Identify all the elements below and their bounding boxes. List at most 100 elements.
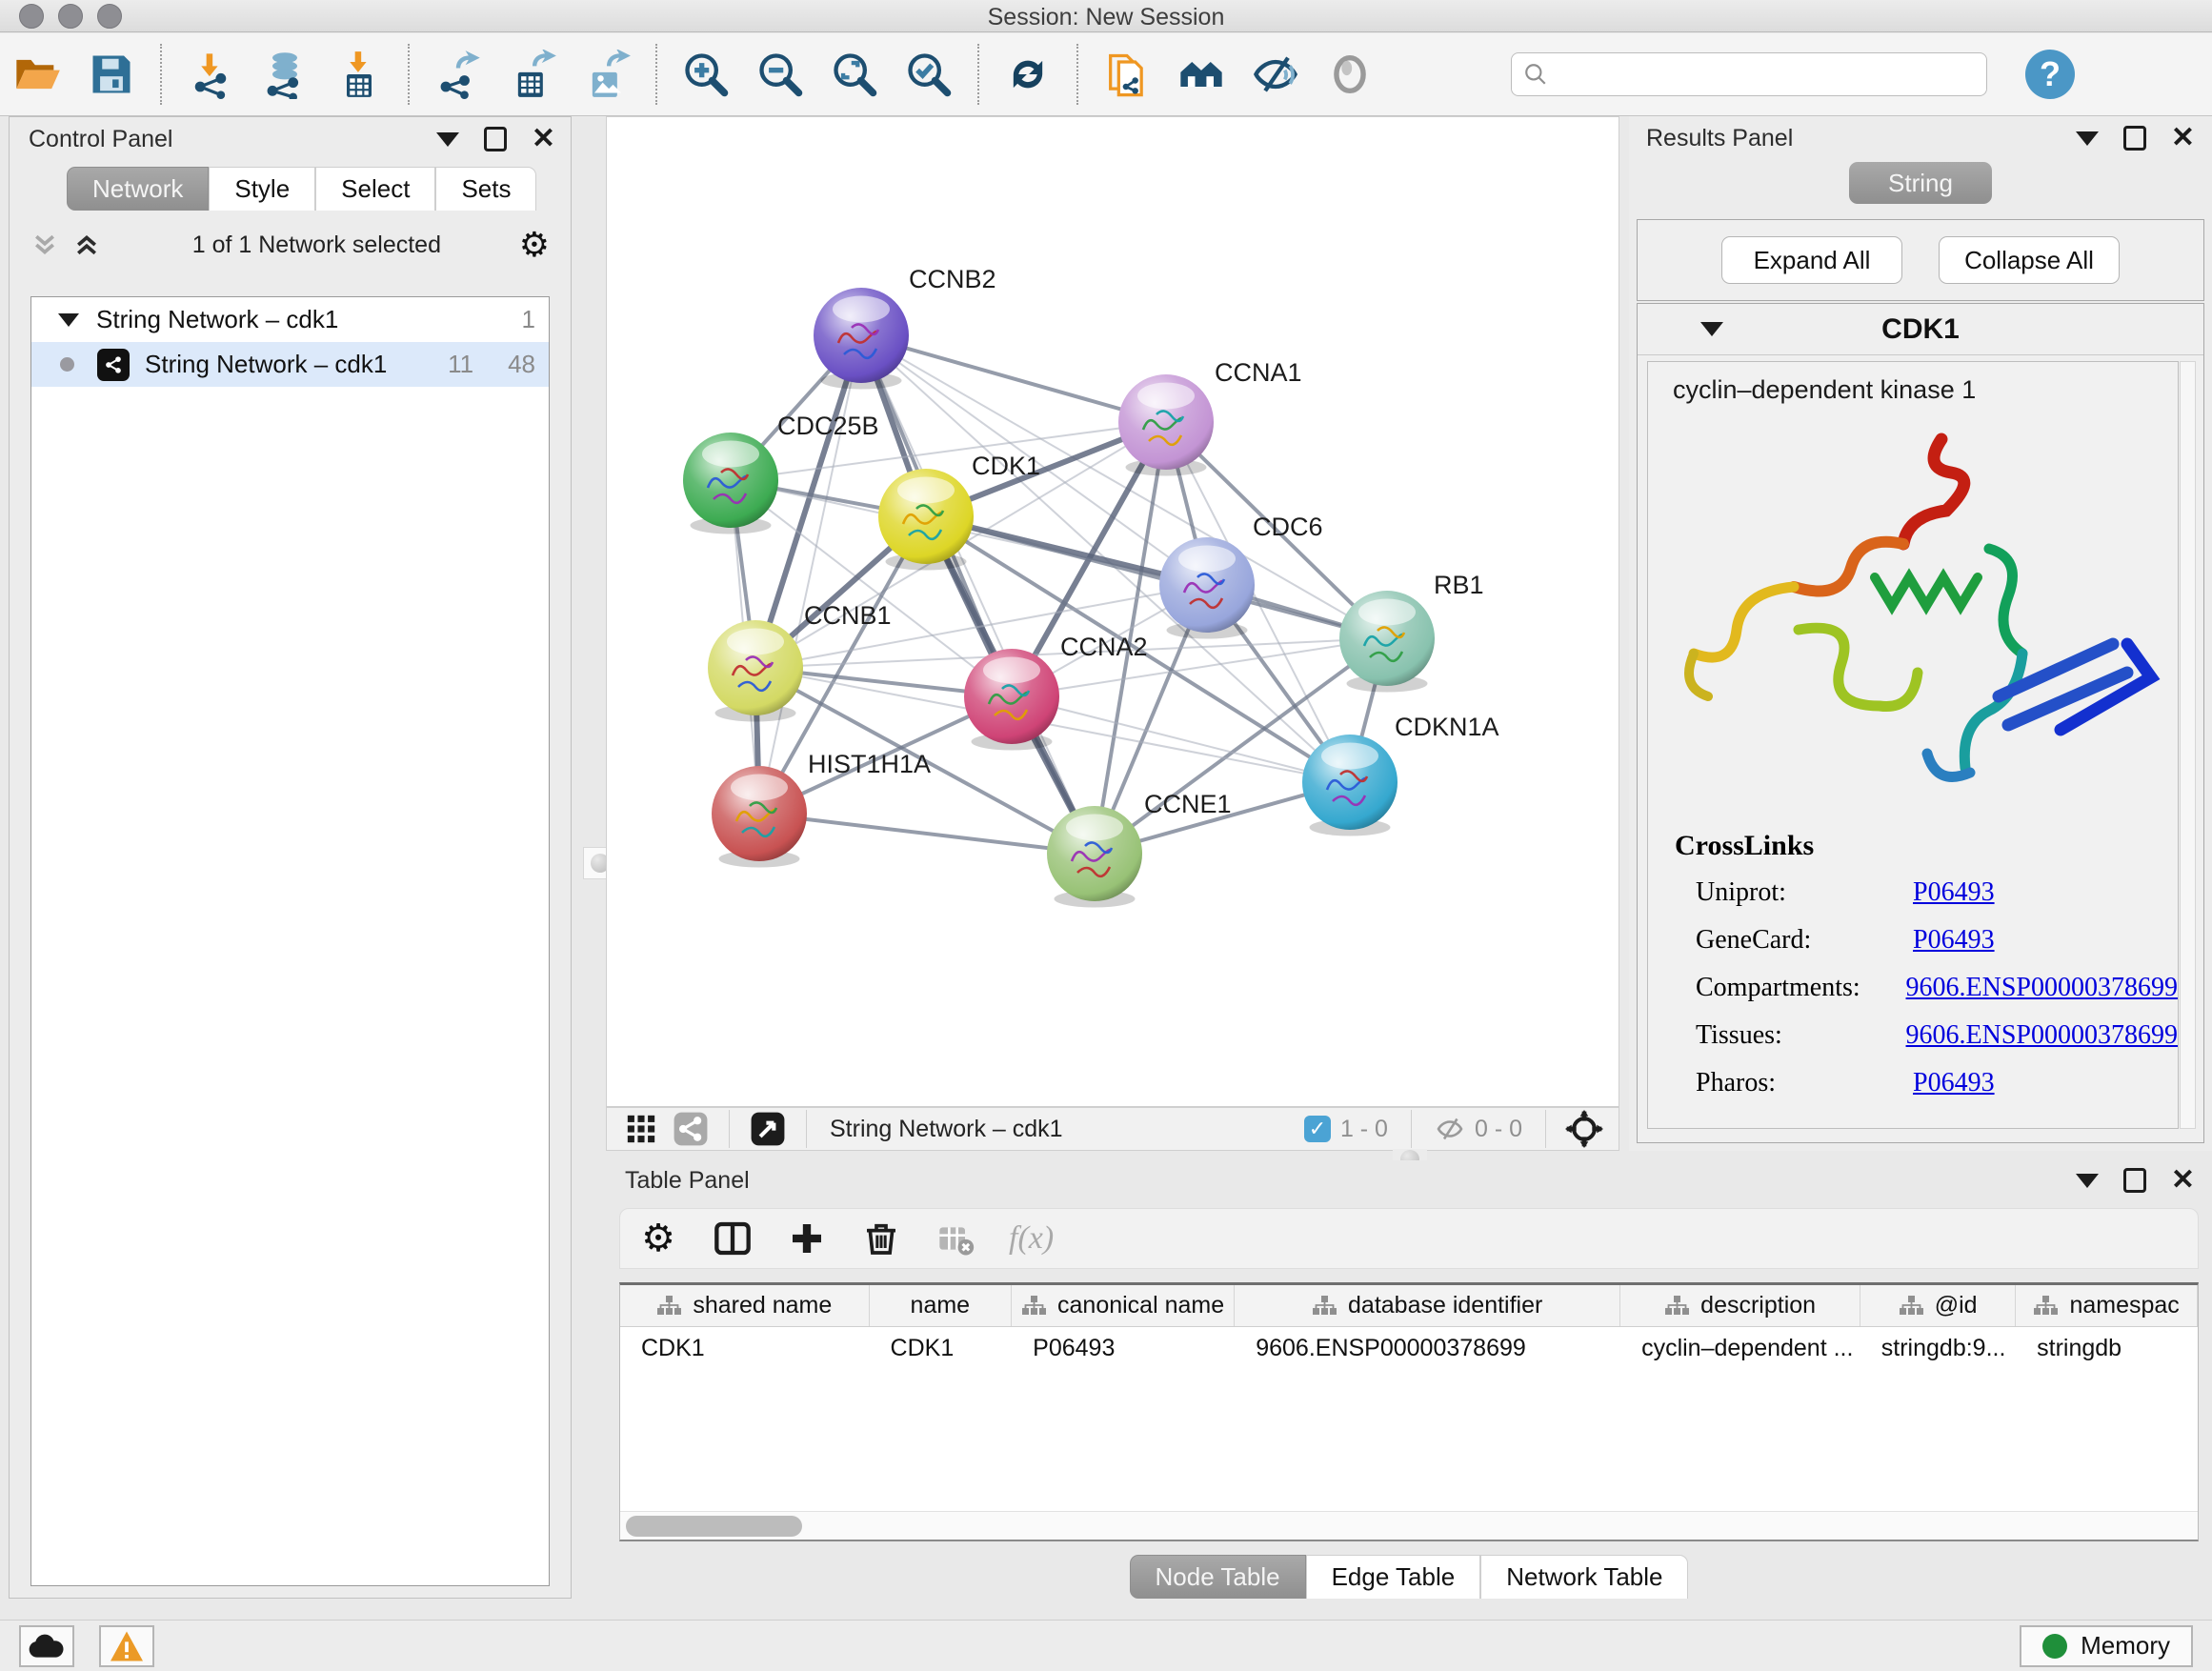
scrollbar-thumb[interactable] [626,1516,802,1537]
panel-menu-icon[interactable] [2076,131,2099,146]
table-cell[interactable]: stringdb:9... [1860,1327,2016,1369]
table-cell[interactable]: CDK1 [870,1327,1013,1369]
network-collection-row[interactable]: String Network – cdk1 1 [31,297,549,342]
tab-network[interactable]: Network [67,167,209,211]
node-RB1[interactable]: RB1 [1339,571,1484,693]
network-canvas[interactable]: CCNB2CCNA1CDC25BCDK1CDC6RB1CCNB1CCNA2CDK… [606,116,1619,1107]
collection-label: String Network – cdk1 [96,305,338,334]
tab-network-table[interactable]: Network Table [1480,1555,1688,1599]
table-row[interactable]: CDK1CDK1P064939606.ENSP00000378699cyclin… [620,1327,2198,1369]
table-cell[interactable]: cyclin–dependent ... [1620,1327,1860,1369]
toolbar-separator [655,44,657,105]
save-session-button[interactable] [80,43,143,106]
network-share-icon[interactable] [672,1110,710,1148]
collection-expander-icon[interactable] [58,313,79,327]
selected-indicator-checkbox[interactable]: ✓ [1304,1116,1331,1142]
column-header-description[interactable]: description [1620,1285,1860,1326]
close-panel-icon[interactable]: ✕ [2171,124,2195,152]
tab-sets[interactable]: Sets [435,167,536,211]
column-header-database-identifier[interactable]: database identifier [1235,1285,1620,1326]
import-network-file-button[interactable] [179,43,242,106]
node-CCNB2[interactable]: CCNB2 [814,265,996,390]
node-table[interactable]: shared namenamecanonical namedatabase id… [619,1282,2199,1541]
warning-icon [109,1630,145,1662]
column-header-shared-name[interactable]: shared name [620,1285,870,1326]
table-options-gear-icon[interactable]: ⚙ [637,1218,679,1259]
apply-layout-button[interactable] [996,43,1059,106]
entry-expander-icon[interactable] [1700,322,1723,336]
toolbar-separator [160,44,162,105]
close-panel-icon[interactable]: ✕ [2171,1166,2195,1195]
create-column-plus-icon[interactable] [786,1218,828,1259]
column-header-@id[interactable]: @id [1860,1285,2016,1326]
node-CDC6[interactable]: CDC6 [1159,513,1323,639]
collapse-all-button[interactable]: Collapse All [1939,236,2120,284]
collapse-all-icon[interactable] [30,231,59,259]
export-table-button[interactable] [501,43,564,106]
import-network-database-button[interactable] [253,43,316,106]
warnings-button[interactable] [99,1625,154,1667]
fit-selected-crosshair-icon[interactable] [1565,1110,1603,1148]
shared-column-icon [1312,1295,1337,1318]
export-network-button[interactable] [427,43,490,106]
float-panel-icon[interactable] [2123,1168,2146,1193]
delete-column-trash-icon[interactable] [860,1218,902,1259]
crosslink-link[interactable]: P06493 [1913,1068,1995,1097]
export-image-button[interactable] [575,43,638,106]
edge-HIST1H1A-CCNE1[interactable] [759,814,1095,854]
table-cell[interactable]: CDK1 [620,1327,870,1369]
tab-style[interactable]: Style [209,167,315,211]
tab-node-table[interactable]: Node Table [1130,1555,1306,1599]
network-row[interactable]: String Network – cdk1 11 48 [31,342,549,387]
tab-select[interactable]: Select [315,167,435,211]
node-HIST1H1A[interactable]: HIST1H1A [712,750,931,868]
show-columns-icon[interactable] [712,1218,754,1259]
crosslink-link[interactable]: P06493 [1913,925,1995,955]
panel-menu-icon[interactable] [2076,1174,2099,1188]
home-string-button[interactable] [1170,43,1233,106]
float-panel-icon[interactable] [2123,126,2146,151]
close-panel-icon[interactable]: ✕ [532,125,555,153]
zoom-selected-button[interactable] [897,43,960,106]
node-CDKN1A[interactable]: CDKN1A [1302,713,1499,836]
protein-structure-image [1656,411,2170,811]
node-CCNB1[interactable]: CCNB1 [708,601,892,722]
toolbar-search[interactable] [1511,52,1987,96]
table-cell[interactable]: stringdb [2016,1327,2198,1369]
search-input[interactable] [1548,61,1948,88]
edge-CCNB2-HIST1H1A[interactable] [759,335,861,814]
zoom-in-button[interactable] [674,43,737,106]
expand-all-icon[interactable] [72,231,101,259]
tab-string[interactable]: String [1849,162,1992,204]
panel-menu-icon[interactable] [436,132,459,147]
column-header-name[interactable]: name [870,1285,1012,1326]
help-button[interactable]: ? [2025,50,2075,99]
memory-button[interactable]: Memory [2020,1625,2193,1667]
clone-network-button[interactable] [1096,43,1158,106]
tab-edge-table[interactable]: Edge Table [1306,1555,1481,1599]
results-vertical-scrollbar[interactable] [2180,361,2196,1129]
gear-icon[interactable]: ⚙ [519,228,550,262]
zoom-fit-button[interactable] [823,43,886,106]
show-graphics-details-button[interactable] [1318,43,1381,106]
cloud-status-button[interactable] [19,1625,74,1667]
float-panel-icon[interactable] [484,127,507,151]
table-cell[interactable]: P06493 [1012,1327,1235,1369]
column-header-namespac[interactable]: namespac [2016,1285,2198,1326]
search-icon [1523,62,1548,87]
table-horizontal-scrollbar[interactable] [620,1511,2198,1540]
expand-all-button[interactable]: Expand All [1721,236,1902,284]
crosslink-link[interactable]: 9606.ENSP00000378699 [1906,1020,2178,1050]
crosslink-link[interactable]: P06493 [1913,877,1995,907]
table-cell[interactable]: 9606.ENSP00000378699 [1235,1327,1620,1369]
crosslink-row: Tissues:9606.ENSP00000378699 [1675,1020,2178,1051]
import-table-button[interactable] [328,43,391,106]
open-session-button[interactable] [6,43,69,106]
hide-unhide-button[interactable] [1244,43,1307,106]
crosslink-link[interactable]: 9606.ENSP00000378699 [1906,973,2178,1002]
grid-view-icon[interactable] [622,1110,660,1148]
birds-eye-view-icon[interactable] [749,1110,787,1148]
column-header-canonical-name[interactable]: canonical name [1012,1285,1235,1326]
zoom-out-button[interactable] [749,43,812,106]
node-CCNA1[interactable]: CCNA1 [1118,358,1302,476]
